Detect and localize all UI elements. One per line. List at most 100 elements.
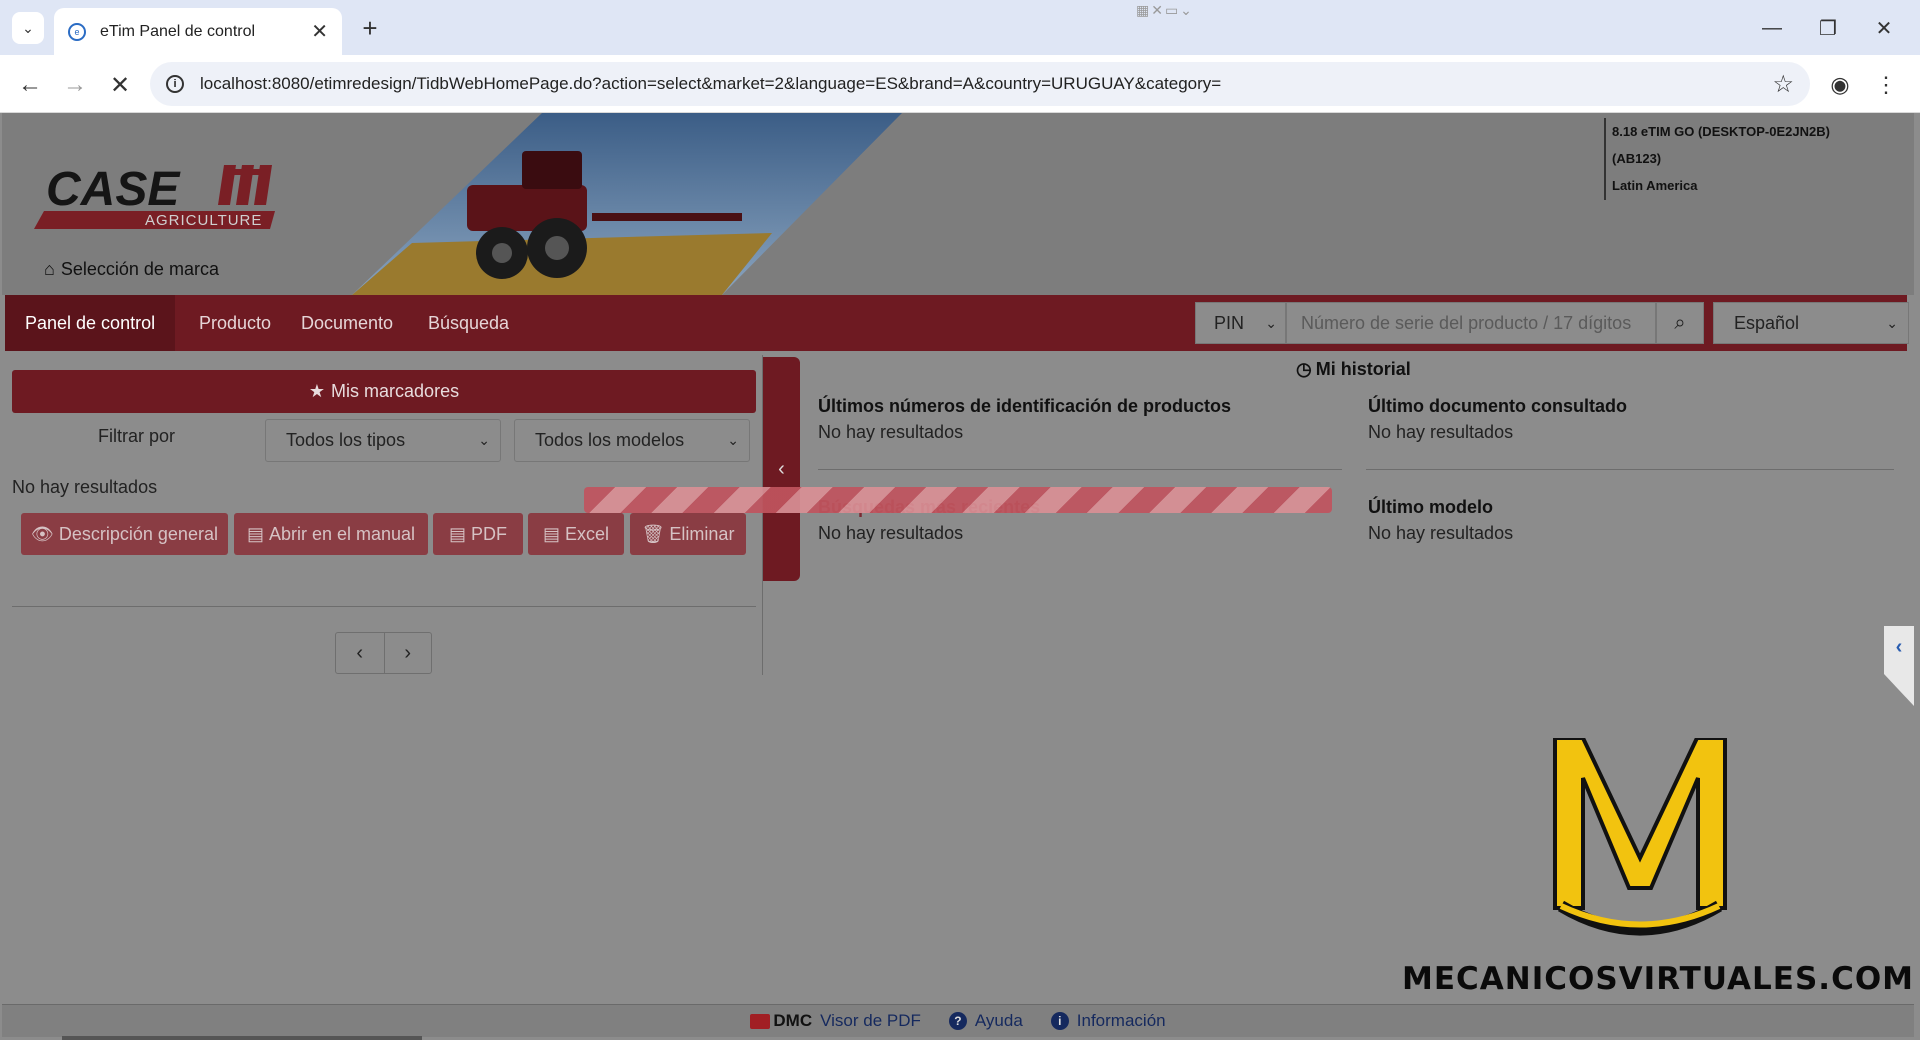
svg-text:CASE: CASE: [46, 163, 181, 216]
dmc-icon: [750, 1013, 771, 1029]
history-section-value: No hay resultados: [818, 523, 964, 543]
file-icon: ▤: [448, 523, 466, 544]
info-icon: i: [1050, 1012, 1069, 1030]
dealer-code: (AB123): [1612, 151, 1662, 166]
history-divider: [1366, 469, 1894, 470]
chevron-left-icon: ‹: [778, 457, 785, 480]
new-tab-icon[interactable]: +: [354, 12, 386, 44]
horizontal-scrollbar[interactable]: [62, 1036, 422, 1040]
excel-button[interactable]: ▤ Excel: [528, 513, 624, 555]
bookmarks-divider: [12, 606, 756, 607]
filter-label: Filtrar por: [98, 426, 176, 446]
pin-search-input[interactable]: Número de serie del producto / 17 dígito…: [1286, 302, 1656, 344]
chevron-down-icon: ⌄: [1265, 314, 1277, 331]
prev-page-icon[interactable]: ‹: [336, 633, 384, 673]
model-filter-select[interactable]: Todos los modelos ⌄: [514, 419, 750, 462]
book-icon: ▤: [246, 523, 264, 544]
info-label: Información: [1076, 1011, 1166, 1030]
brand-link-label: Selección de marca: [60, 259, 219, 279]
dmc-logo: DMC: [750, 1011, 812, 1031]
address-bar[interactable]: i localhost:8080/etimredesign/TidbWebHom…: [150, 62, 1810, 106]
home-icon: ⌂: [44, 259, 55, 279]
search-icon: ⌕: [1674, 311, 1686, 334]
help-label: Ayuda: [974, 1011, 1023, 1030]
history-divider: [818, 469, 1342, 470]
close-window-icon[interactable]: ✕: [1866, 10, 1902, 46]
eye-icon: 👁: [31, 523, 54, 544]
chevron-down-icon: ⌄: [478, 432, 490, 448]
history-title: ◷ Mi historial: [1296, 359, 1411, 380]
tab-title: eTim Panel de control: [100, 22, 256, 40]
site-info-icon[interactable]: i: [166, 75, 184, 93]
bookmarks-pager: ‹ ›: [335, 632, 432, 674]
history-section-value: No hay resultados: [818, 422, 964, 442]
search-button[interactable]: ⌕: [1656, 302, 1704, 344]
history-section-title: Últimos números de identificación de pro…: [818, 396, 1232, 416]
browser-tab[interactable]: e eTim Panel de control ✕: [54, 8, 342, 55]
trash-icon: 🗑: [641, 523, 665, 544]
window-snap-icons: ▦✕▭⌄: [1136, 2, 1194, 18]
case-ih-logo: CASE AGRICULTURE: [34, 163, 275, 229]
type-filter-select[interactable]: Todos los tipos ⌄: [265, 419, 501, 462]
history-section-value: No hay resultados: [1368, 523, 1514, 543]
brand-selection-link[interactable]: ⌂ Selección de marca: [44, 259, 219, 280]
watermark-logo: [1553, 738, 1727, 936]
history-section-title: Último documento consultado: [1368, 396, 1627, 416]
pdf-label: PDF: [471, 523, 507, 544]
minimize-icon[interactable]: —: [1754, 10, 1790, 46]
language-value: Español: [1734, 312, 1800, 333]
file-icon: ▤: [542, 523, 560, 544]
help-link[interactable]: ? Ayuda: [948, 1011, 1023, 1031]
favicon-icon: e: [68, 22, 86, 41]
watermark-text: MECANICOSVIRTUALES.COM: [1402, 961, 1915, 997]
menu-kebab-icon[interactable]: ⋮: [1868, 67, 1904, 103]
language-select[interactable]: Español ⌄: [1713, 302, 1909, 344]
pin-type-select[interactable]: PIN ⌄: [1195, 302, 1286, 344]
side-panel-toggle[interactable]: ‹: [1884, 626, 1914, 706]
excel-label: Excel: [565, 523, 610, 544]
version-info: 8.18 eTIM GO (DESKTOP-0E2JN2B) (AB123) L…: [1604, 118, 1884, 200]
history-section-title: Último modelo: [1368, 497, 1493, 517]
history-clock-icon: ◷: [1296, 359, 1312, 379]
collapse-panel-button[interactable]: ‹: [763, 357, 800, 581]
bookmark-star-icon[interactable]: ☆: [1772, 70, 1794, 99]
svg-text:AGRICULTURE: AGRICULTURE: [145, 212, 262, 229]
forward-icon[interactable]: →: [57, 67, 93, 103]
overview-button[interactable]: 👁 Descripción general: [21, 513, 228, 555]
bookmarks-header[interactable]: ★ Mis marcadores: [12, 370, 756, 413]
profile-icon[interactable]: ◉: [1822, 67, 1858, 103]
delete-button[interactable]: 🗑 Eliminar: [630, 513, 746, 555]
browser-toolbar: ← → ✕ i localhost:8080/etimredesign/Tidb…: [0, 55, 1920, 113]
open-manual-button[interactable]: ▤ Abrir en el manual: [234, 513, 428, 555]
overview-label: Descripción general: [58, 523, 218, 544]
pin-placeholder: Número de serie del producto / 17 dígito…: [1301, 312, 1632, 333]
chevron-left-icon: ‹: [1895, 636, 1903, 658]
dmc-text: DMC: [773, 1011, 813, 1030]
pdf-viewer-link[interactable]: DMC Visor de PDF: [750, 1011, 921, 1031]
stop-loading-icon[interactable]: ✕: [102, 67, 138, 103]
url-text: localhost:8080/etimredesign/TidbWebHomeP…: [200, 74, 1222, 93]
restore-icon[interactable]: ❐: [1810, 10, 1846, 46]
info-link[interactable]: i Información: [1050, 1011, 1166, 1031]
pdf-button[interactable]: ▤ PDF: [433, 513, 523, 555]
next-page-icon[interactable]: ›: [383, 633, 432, 673]
nav-panel-de-control[interactable]: Panel de control: [5, 295, 176, 351]
open-manual-label: Abrir en el manual: [268, 523, 416, 544]
region-text: Latin America: [1612, 178, 1698, 193]
nav-busqueda[interactable]: Búsqueda: [428, 295, 509, 351]
back-icon[interactable]: ←: [12, 67, 48, 103]
app-footer: DMC Visor de PDF ? Ayuda i Información: [2, 1004, 1914, 1037]
nav-documento[interactable]: Documento: [301, 295, 393, 351]
type-filter-value: Todos los tipos: [286, 430, 406, 450]
nav-producto[interactable]: Producto: [199, 295, 271, 351]
tab-search-chevron-icon[interactable]: ⌄: [12, 12, 44, 44]
bookmarks-empty: No hay resultados: [12, 477, 158, 497]
model-filter-value: Todos los modelos: [535, 430, 685, 450]
main-nav: Panel de control Producto Documento Búsq…: [5, 295, 1909, 351]
browser-tab-bar: ⌄ e eTim Panel de control ✕ + ▦✕▭⌄ — ❐ ✕: [0, 0, 1920, 55]
close-tab-icon[interactable]: ✕: [311, 19, 328, 44]
app-header: CASE AGRICULTURE ⌂ Selección de marca 8.…: [2, 113, 1914, 295]
tractor-hero-image: [352, 113, 902, 295]
delete-label: Eliminar: [669, 523, 735, 544]
history-section-value: No hay resultados: [1368, 422, 1514, 442]
